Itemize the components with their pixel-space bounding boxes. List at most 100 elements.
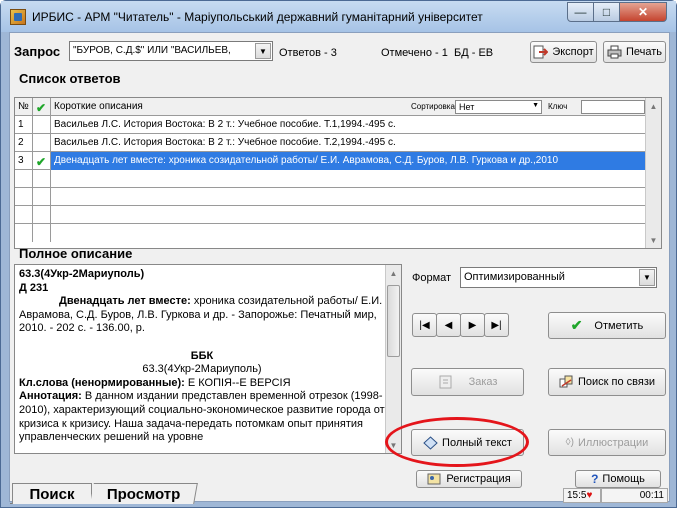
empty-row bbox=[15, 224, 647, 242]
empty-cell bbox=[15, 188, 33, 206]
registration-label: Регистрация bbox=[446, 473, 511, 485]
key-label: Ключ bbox=[548, 102, 568, 111]
client-area: Запрос "БУРОВ, С.Д.$" ИЛИ "ВАСИЛЬЕВ, ▼ О… bbox=[9, 32, 670, 504]
row-desc: Васильев Л.С. История Востока: В 2 т.: У… bbox=[51, 116, 647, 134]
tab-view-label: Просмотр bbox=[106, 485, 181, 503]
export-icon bbox=[533, 45, 549, 59]
keywords-value: Е КОПІЯ--Е ВЕРСІЯ bbox=[184, 376, 291, 389]
table-row[interactable]: 2 Васильев Л.С. История Востока: В 2 т.:… bbox=[15, 134, 647, 152]
link-search-icon bbox=[559, 375, 573, 388]
scroll-up-icon[interactable]: ▲ bbox=[646, 98, 661, 114]
bibliographic-record: Двенадцать лет вместе: хроника созидател… bbox=[19, 295, 385, 336]
illustrations-label: Иллюстрации bbox=[577, 436, 649, 449]
empty-cell bbox=[33, 206, 51, 224]
link-search-button[interactable]: Поиск по связи bbox=[548, 368, 666, 396]
grid-scrollbar[interactable]: ▲ ▼ bbox=[645, 98, 661, 248]
mark-label: Отметить bbox=[594, 319, 644, 332]
description-scrollbar[interactable]: ▲ ▼ bbox=[385, 265, 401, 453]
next-record-button[interactable]: ▶ bbox=[460, 313, 485, 337]
sort-label: Сортировка bbox=[411, 102, 455, 111]
chevron-down-icon[interactable]: ▼ bbox=[639, 269, 655, 286]
table-row[interactable]: 3 ✔ Двенадцать лет вместе: хроника созид… bbox=[15, 152, 647, 170]
answers-count: Ответов - 3 bbox=[279, 47, 337, 59]
print-button[interactable]: Печать bbox=[603, 41, 666, 63]
chevron-down-icon[interactable]: ▼ bbox=[255, 43, 271, 59]
empty-row bbox=[15, 188, 647, 206]
row-mark-cell[interactable] bbox=[33, 134, 51, 152]
grid-header-row: № ✔ Короткие описания Сортировка Нет ▼ К… bbox=[15, 98, 647, 116]
key-input[interactable] bbox=[581, 100, 645, 114]
sort-combobox[interactable]: Нет ▼ bbox=[455, 100, 542, 114]
registration-button[interactable]: Регистрация bbox=[416, 470, 522, 488]
answers-group: Список ответов № ✔ Короткие описания Сор… bbox=[14, 71, 666, 249]
empty-cell bbox=[33, 170, 51, 188]
close-button[interactable]: ✕ bbox=[619, 2, 667, 22]
row-desc: Васильев Л.С. История Востока: В 2 т.: У… bbox=[51, 134, 647, 152]
abstract-label: Аннотация: bbox=[19, 390, 82, 403]
illustrations-icon: ◊) bbox=[565, 437, 574, 448]
format-value: Оптимизированный bbox=[464, 271, 565, 283]
minimize-button[interactable]: — bbox=[567, 2, 594, 22]
order-button[interactable]: Заказ bbox=[411, 368, 524, 396]
database-label: БД - ЕВ bbox=[454, 47, 494, 59]
keywords-label: Кл.слова (ненормированные): bbox=[19, 376, 185, 389]
order-icon bbox=[439, 375, 452, 389]
link-search-label: Поиск по связи bbox=[577, 376, 656, 388]
chevron-down-icon[interactable]: ▼ bbox=[532, 102, 539, 109]
prev-record-button[interactable]: ◀ bbox=[436, 313, 461, 337]
tab-search-label: Поиск bbox=[29, 485, 75, 503]
scroll-up-icon[interactable]: ▲ bbox=[386, 265, 401, 281]
header-num: № bbox=[15, 98, 33, 116]
author-mark: Д 231 bbox=[19, 281, 49, 294]
scroll-thumb[interactable] bbox=[387, 285, 400, 357]
window-title: ИРБИС - АРМ "Читатель" - Маріупольський … bbox=[32, 10, 483, 24]
title-bar[interactable]: ИРБИС - АРМ "Читатель" - Маріупольський … bbox=[1, 1, 676, 32]
mark-button[interactable]: ✔ Отметить bbox=[548, 312, 666, 339]
full-description-title: Полное описание bbox=[19, 246, 133, 261]
status-bar: 15:5♥ 00:11 bbox=[563, 488, 675, 503]
empty-cell bbox=[15, 224, 33, 242]
order-label: Заказ bbox=[468, 376, 498, 388]
query-combobox[interactable]: "БУРОВ, С.Д.$" ИЛИ "ВАСИЛЬЕВ, ▼ bbox=[69, 41, 273, 61]
tab-view[interactable]: Просмотр bbox=[90, 483, 198, 504]
last-icon: ▶| bbox=[491, 319, 502, 331]
full-description-text: 63.3(4Укр-2Мариуполь) Д 231 Двенадцать л… bbox=[19, 268, 385, 445]
status-time-value: 15:5 bbox=[567, 490, 587, 501]
next-icon: ▶ bbox=[468, 319, 477, 331]
row-mark-cell[interactable] bbox=[33, 116, 51, 134]
highlight-annotation-ring bbox=[385, 417, 529, 467]
export-button[interactable]: Экспорт bbox=[530, 41, 597, 63]
empty-cell bbox=[15, 206, 33, 224]
scroll-down-icon[interactable]: ▼ bbox=[646, 232, 661, 248]
bbk-label: ББК bbox=[190, 349, 214, 362]
row-mark-check-icon[interactable]: ✔ bbox=[33, 152, 51, 170]
help-button[interactable]: ? Помощь bbox=[575, 470, 661, 488]
full-description-panel[interactable]: 63.3(4Укр-2Мариуполь) Д 231 Двенадцать л… bbox=[14, 264, 402, 454]
bbk-value: 63.3(4Укр-2Мариуполь) bbox=[142, 363, 262, 376]
answers-grid[interactable]: № ✔ Короткие описания Сортировка Нет ▼ К… bbox=[14, 97, 662, 249]
row-num: 1 bbox=[15, 116, 33, 134]
abstract: Аннотация: В данном издании представлен … bbox=[19, 390, 385, 444]
irbis-app-icon bbox=[10, 9, 26, 25]
illustrations-button[interactable]: ◊) Иллюстрации bbox=[548, 429, 666, 456]
empty-cell bbox=[33, 224, 51, 242]
first-icon: |◀ bbox=[419, 319, 430, 331]
help-label: Помощь bbox=[602, 473, 645, 485]
header-mark-check-icon: ✔ bbox=[33, 98, 51, 116]
registration-icon bbox=[427, 473, 441, 485]
row-desc: Двенадцать лет вместе: хроника созидател… bbox=[51, 152, 647, 170]
heart-icon: ♥ bbox=[586, 490, 593, 501]
format-label: Формат bbox=[412, 272, 452, 284]
query-label: Запрос bbox=[14, 44, 61, 59]
record-title: Двенадцать лет вместе: bbox=[59, 295, 191, 308]
format-combobox[interactable]: Оптимизированный ▼ bbox=[460, 267, 657, 288]
keywords: Кл.слова (ненормированные): Е КОПІЯ--Е В… bbox=[19, 377, 385, 391]
app-window: ИРБИС - АРМ "Читатель" - Маріупольський … bbox=[0, 0, 677, 508]
table-row[interactable]: 1 Васильев Л.С. История Востока: В 2 т.:… bbox=[15, 116, 647, 134]
check-icon: ✔ bbox=[570, 317, 583, 333]
last-record-button[interactable]: ▶| bbox=[484, 313, 509, 337]
class-code: 63.3(4Укр-2Мариуполь) bbox=[19, 268, 145, 280]
tab-search[interactable]: Поиск bbox=[12, 483, 92, 504]
maximize-button[interactable]: □ bbox=[593, 2, 620, 22]
first-record-button[interactable]: |◀ bbox=[412, 313, 437, 337]
